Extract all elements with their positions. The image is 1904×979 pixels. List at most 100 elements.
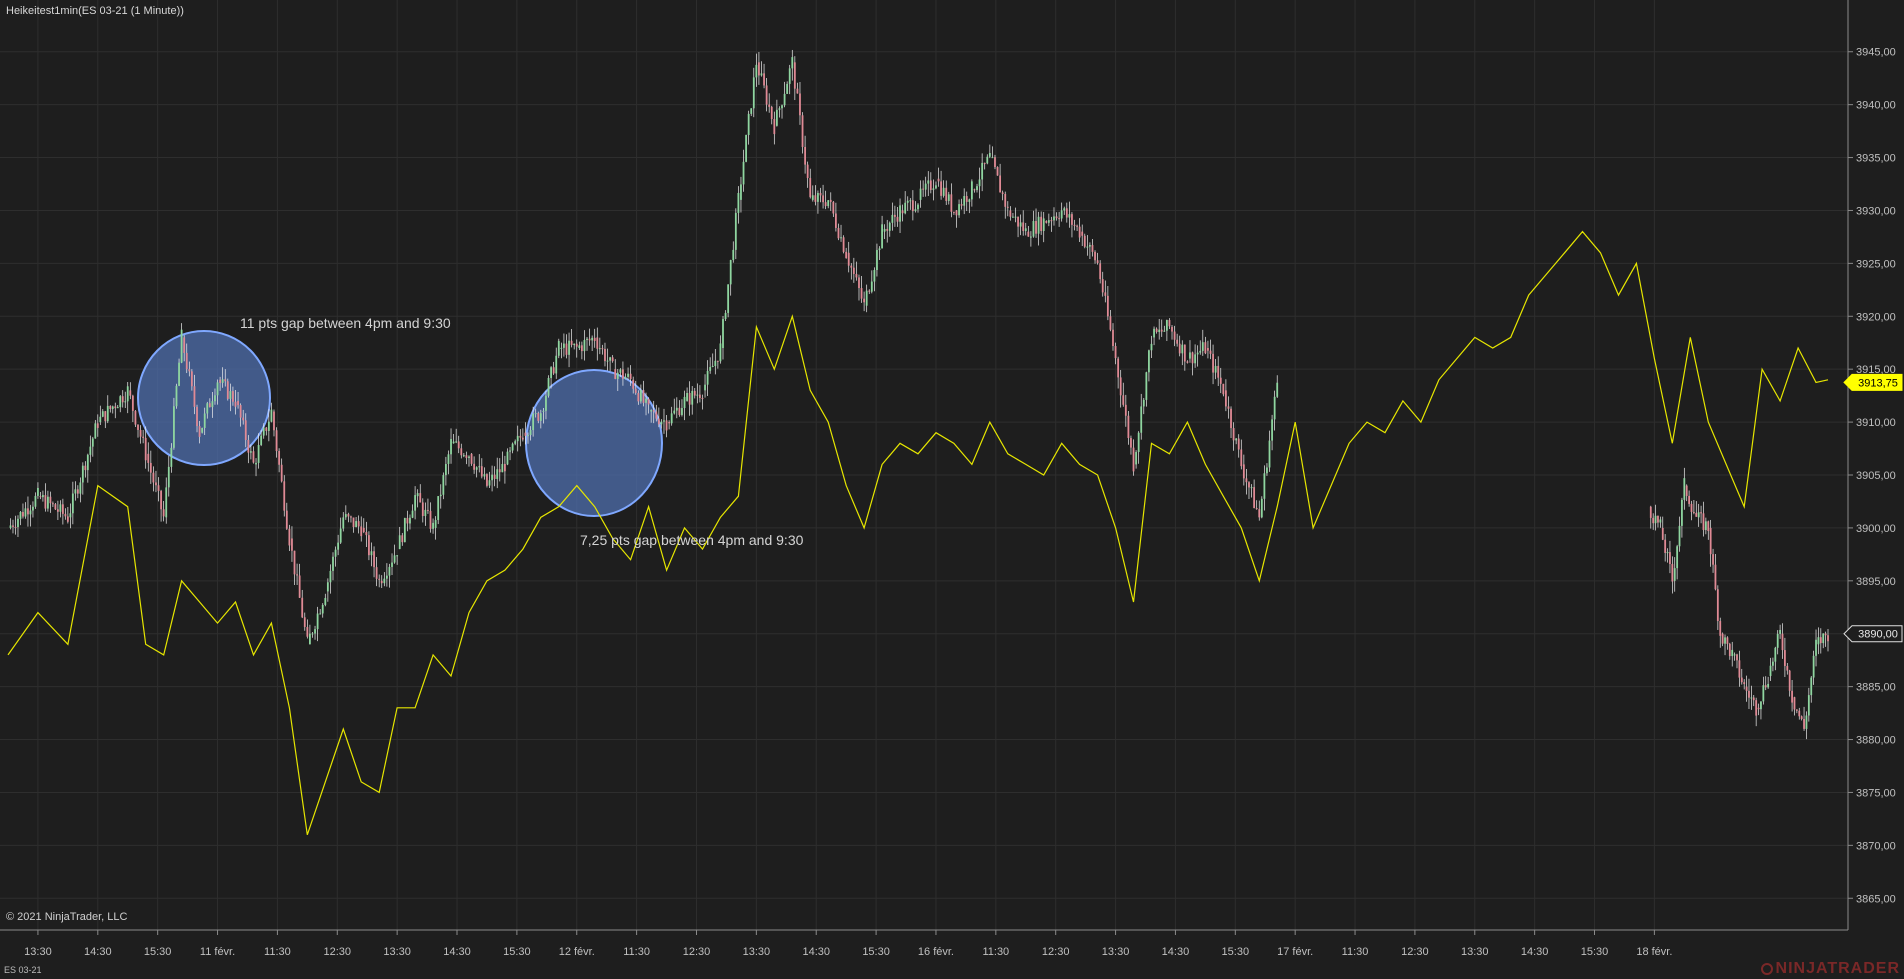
candle-body — [691, 390, 694, 405]
candle-body — [129, 390, 132, 396]
x-tick-label: 17 févr. — [1277, 946, 1313, 958]
candle-body — [896, 216, 899, 222]
candle-body — [1212, 353, 1214, 373]
candle-body — [573, 343, 576, 346]
candle-body — [1242, 464, 1245, 479]
price-chart[interactable]: 3945,00 3940,00 3935,00 3930,00 3925,00 3920,… — [0, 0, 1904, 979]
candle-body — [201, 427, 204, 433]
candle-body — [1150, 343, 1153, 351]
candle-body — [727, 284, 730, 313]
candle-body — [406, 517, 409, 524]
candle-body — [583, 339, 586, 352]
candle-body — [552, 367, 555, 374]
candle-body — [645, 398, 647, 403]
y-tick-label: 3905,00 — [1856, 470, 1896, 482]
last-price-value: 3890,00 — [1858, 629, 1898, 641]
candle-body — [12, 525, 14, 527]
candle-body — [1117, 358, 1120, 378]
candle-body — [1772, 661, 1774, 666]
candle-body — [165, 487, 168, 518]
candle-body — [1709, 527, 1712, 555]
candle-body — [1764, 685, 1767, 688]
candle-body — [298, 575, 301, 598]
candle-body — [1812, 655, 1815, 678]
candle-body — [1214, 365, 1217, 373]
candle-body — [339, 528, 342, 543]
candle-body — [950, 194, 953, 212]
candle-body — [1817, 637, 1820, 645]
candle-body — [1819, 637, 1822, 644]
candle-body — [670, 413, 673, 424]
candle-body — [1795, 709, 1798, 711]
candle-body — [455, 441, 458, 443]
candle-body — [352, 517, 355, 528]
candle-body — [424, 509, 427, 517]
candle-body — [1104, 292, 1107, 296]
x-tick-label: 15:30 — [862, 946, 890, 958]
candle-body — [1822, 633, 1825, 644]
candle-body — [457, 441, 460, 449]
candle-body — [796, 88, 799, 94]
candle-body — [1160, 329, 1163, 332]
candle-body — [1704, 521, 1707, 531]
candle-body — [74, 489, 77, 494]
x-tick-label: 18 févr. — [1636, 946, 1672, 958]
candle-body — [1700, 512, 1702, 514]
candle-body — [775, 109, 778, 126]
candle-body — [203, 413, 206, 428]
candle-body — [778, 108, 781, 110]
candle-body — [575, 343, 578, 347]
candle-body — [452, 441, 455, 444]
candle-body — [942, 187, 945, 196]
x-tick-label: 13:30 — [24, 946, 52, 958]
candle-body — [1191, 352, 1194, 364]
candle-body — [49, 496, 52, 504]
candle-body — [139, 429, 142, 437]
candle-body — [309, 633, 311, 645]
x-tick-label: 14:30 — [1521, 946, 1549, 958]
candle-body — [1714, 564, 1717, 590]
candle-body — [791, 57, 794, 69]
candle-body — [450, 439, 452, 455]
candle-body — [870, 281, 873, 292]
candle-body — [568, 340, 570, 355]
candle-body — [1712, 554, 1714, 565]
candle-body — [1145, 372, 1148, 400]
candle-body — [1659, 519, 1662, 523]
candle-body — [86, 454, 89, 471]
candle-body — [616, 372, 619, 379]
candle-body — [804, 146, 807, 165]
candle-body — [14, 526, 17, 528]
candle-body — [1140, 406, 1143, 433]
candle-body — [532, 413, 535, 431]
candle-body — [429, 510, 432, 529]
candle-body — [752, 77, 755, 109]
candle-body — [940, 181, 942, 196]
candle-body — [1237, 438, 1240, 450]
candle-body — [460, 448, 463, 456]
candle-body — [973, 189, 976, 191]
candle-body — [344, 514, 347, 518]
candle-body — [1050, 220, 1053, 222]
candle-body — [557, 340, 560, 356]
candle-body — [588, 338, 591, 341]
candle-body — [660, 421, 663, 425]
candle-body — [91, 438, 94, 447]
candle-body — [1733, 654, 1736, 656]
candle-body — [850, 265, 853, 268]
candle-body — [362, 527, 365, 533]
candle-body — [34, 495, 37, 507]
candle-body — [868, 290, 871, 292]
candle-body — [480, 466, 483, 477]
candle-body — [1743, 682, 1746, 685]
candle-body — [806, 164, 809, 179]
candle-body — [329, 570, 332, 583]
candle-body — [61, 504, 64, 514]
candle-body — [1153, 328, 1155, 338]
candle-body — [1697, 512, 1700, 518]
candle-body — [226, 381, 229, 399]
candle-body — [244, 420, 247, 440]
candle-body — [1158, 329, 1161, 333]
candle-body — [1178, 343, 1181, 354]
candle-body — [511, 443, 514, 451]
